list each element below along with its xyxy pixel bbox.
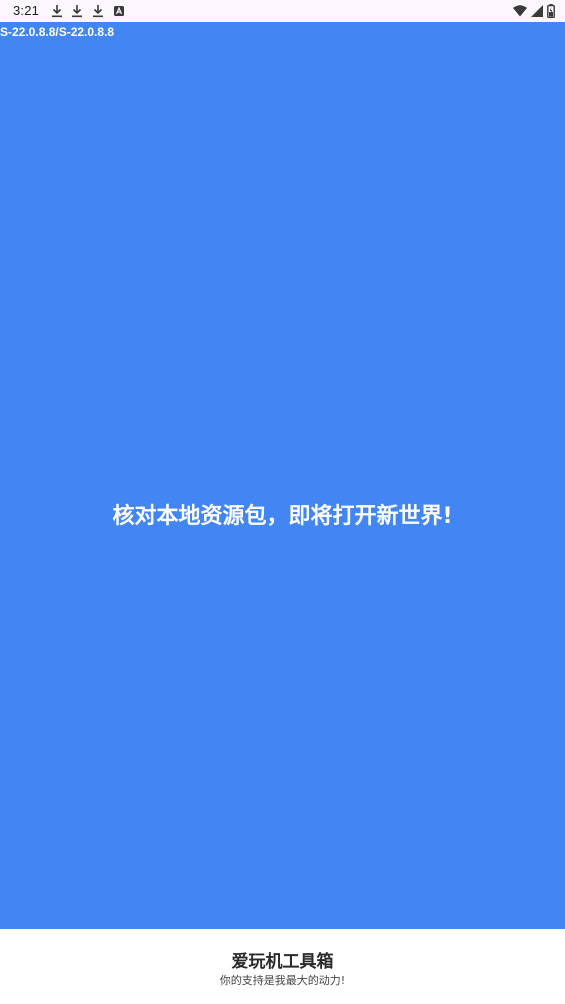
- version-label: S-22.0.8.8/S-22.0.8.8: [0, 25, 115, 39]
- system-status-icons: [513, 4, 555, 18]
- app-name: 爱玩机工具箱: [231, 952, 334, 972]
- download-icon: [72, 5, 82, 18]
- font-icon: [114, 6, 124, 16]
- battery-icon: [547, 4, 555, 18]
- download-icon: [93, 5, 103, 18]
- status-time: 3:21: [13, 3, 40, 18]
- loading-message: 核对本地资源包，即将打开新世界!: [112, 504, 453, 529]
- status-bar: 3:21: [0, 0, 565, 22]
- splash-screen: S-22.0.8.8/S-22.0.8.8 核对本地资源包，即将打开新世界!: [0, 22, 565, 929]
- signal-icon: [531, 5, 543, 17]
- app-slogan: 你的支持是我最大的动力!: [219, 974, 346, 987]
- download-icon: [52, 5, 62, 18]
- footer: 爱玩机工具箱 你的支持是我最大的动力!: [0, 929, 565, 1004]
- wifi-icon: [513, 5, 527, 17]
